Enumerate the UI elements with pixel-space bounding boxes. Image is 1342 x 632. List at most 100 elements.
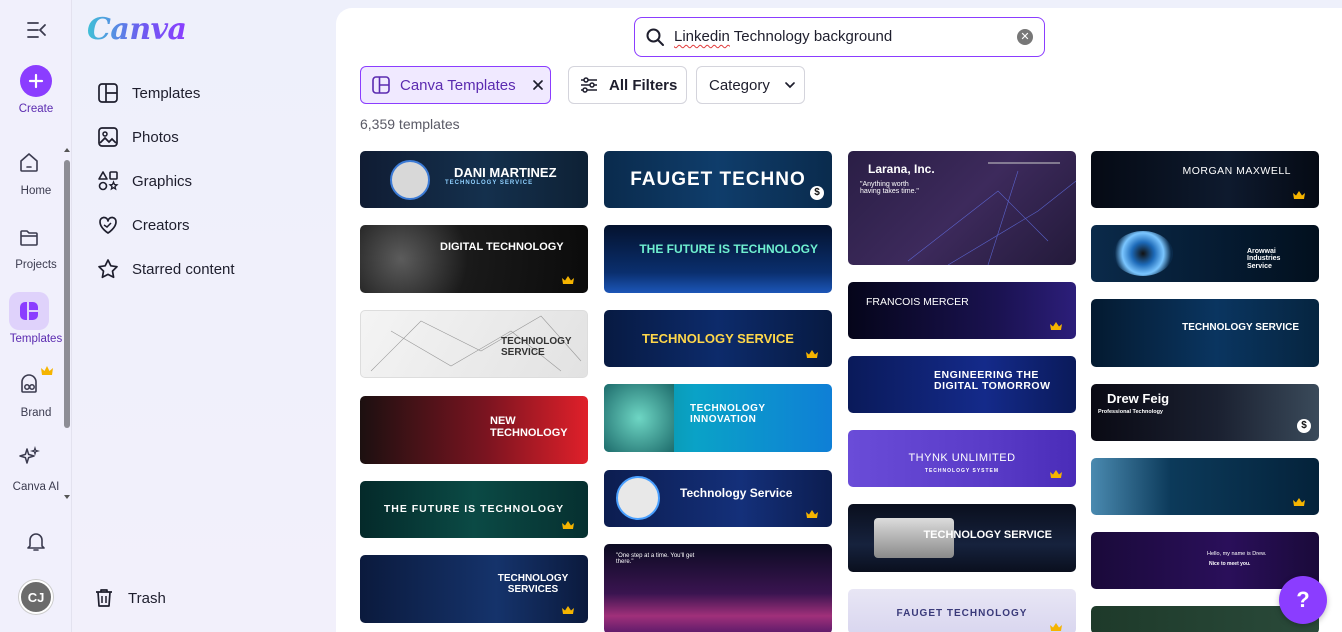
crown-icon	[1050, 322, 1062, 330]
template-card[interactable]: "One step at a time. You'll get there."	[604, 544, 832, 632]
canva-templates-filter-chip[interactable]: Canva Templates	[360, 66, 551, 104]
rail-item-home[interactable]: Home	[0, 185, 72, 197]
rail-scrollbar-thumb[interactable]	[64, 160, 70, 428]
card-title: TECHNOLOGY INNOVATION	[690, 403, 766, 425]
panel-item-creators[interactable]: Creators	[96, 212, 190, 238]
star-icon	[98, 259, 118, 279]
template-card[interactable]: NEW TECHNOLOGY	[360, 396, 588, 464]
scroll-up-arrow-icon[interactable]	[63, 146, 71, 154]
panel-item-photos[interactable]: Photos	[96, 124, 179, 150]
template-card[interactable]: THE FUTURE IS TECHNOLOGY	[360, 481, 588, 538]
rail-item-projects[interactable]: Projects	[0, 259, 72, 271]
search-bar[interactable]: Linkedin Technology background ✕	[634, 17, 1045, 57]
card-title: Drew Feig	[1107, 391, 1170, 406]
all-filters-label: All Filters	[609, 76, 678, 94]
rail-item-canva-ai[interactable]: Canva AI	[0, 481, 72, 493]
panel-item-trash[interactable]: Trash	[92, 585, 166, 611]
clear-search-icon[interactable]: ✕	[1017, 29, 1033, 45]
heart-hands-icon	[99, 216, 117, 234]
portrait-image	[616, 476, 660, 520]
paid-badge-icon: $	[1297, 419, 1311, 433]
crown-icon	[562, 521, 574, 529]
card-title: MORGAN MAXWELL	[1182, 165, 1291, 177]
rail-scrollbar[interactable]	[63, 148, 71, 501]
template-card[interactable]: THYNK UNLIMITED TECHNOLOGY SYSTEM	[848, 430, 1076, 487]
search-input[interactable]: Linkedin Technology background	[674, 28, 892, 45]
card-subtitle: TECHNOLOGY SERVICE	[445, 180, 534, 186]
rail-item-templates[interactable]: Templates	[0, 333, 72, 345]
template-card[interactable]: TECHNOLOGY SERVICES	[360, 555, 588, 623]
template-card[interactable]: TECHNOLOGY SERVICE	[360, 310, 588, 378]
panel-item-templates[interactable]: Templates	[96, 80, 200, 106]
user-avatar[interactable]: CJ	[19, 580, 53, 614]
panel-item-label: Graphics	[132, 172, 193, 190]
card-title: DANI MARTINEZ	[454, 165, 557, 180]
templates-icon[interactable]	[18, 300, 40, 322]
template-card[interactable]: FAUGET TECHNOLOGY	[848, 589, 1076, 632]
folder-icon[interactable]	[18, 226, 40, 248]
template-card[interactable]: TECHNOLOGY SERVICE	[848, 504, 1076, 572]
crown-icon	[806, 350, 818, 358]
sparkle-icon[interactable]	[18, 446, 40, 468]
panel-item-starred[interactable]: Starred content	[96, 256, 235, 282]
crown-icon	[1293, 498, 1305, 506]
crown-icon	[1293, 191, 1305, 199]
panel-item-graphics[interactable]: Graphics	[96, 168, 192, 194]
search-query-rest: Technology background	[729, 28, 893, 45]
filter-sliders-icon	[581, 77, 597, 93]
template-layout-icon	[372, 76, 390, 94]
trash-icon	[96, 589, 112, 607]
card-title: Hello, my name is Drew.	[1207, 551, 1267, 557]
panel-item-label: Starred content	[132, 260, 235, 278]
template-card[interactable]: TECHNOLOGY SERVICE	[604, 310, 832, 367]
card-title: ENGINEERING THE DIGITAL TOMORROW	[934, 369, 1051, 393]
template-card[interactable]	[1091, 458, 1319, 515]
bell-icon[interactable]	[25, 530, 47, 552]
card-title: TECHNOLOGY SERVICE	[1182, 322, 1299, 333]
left-rail: Create Home Projects Templates Brand Can…	[0, 0, 72, 632]
home-icon[interactable]	[18, 151, 40, 173]
brand-icon[interactable]	[18, 374, 40, 396]
create-label: Create	[18, 103, 54, 115]
card-title: FRANCOIS MERCER	[866, 296, 969, 308]
card-title: NEW TECHNOLOGY	[490, 415, 568, 439]
collapse-menu-icon[interactable]	[26, 20, 48, 40]
close-icon[interactable]	[532, 79, 544, 91]
card-title: Technology Service	[680, 486, 793, 500]
card-title: TECHNOLOGY SERVICE	[501, 336, 572, 358]
help-label: ?	[1296, 587, 1310, 612]
crown-icon	[1050, 470, 1062, 478]
card-title: DIGITAL TECHNOLOGY	[440, 241, 564, 253]
template-card[interactable]: ENGINEERING THE DIGITAL TOMORROW	[848, 356, 1076, 413]
rail-item-brand[interactable]: Brand	[0, 407, 72, 419]
crown-icon	[1050, 623, 1062, 631]
template-card[interactable]: Larana, Inc. "Anything worth having take…	[848, 151, 1076, 265]
template-card[interactable]: FAUGET TECHNO $	[604, 151, 832, 208]
template-card[interactable]: THE FUTURE IS TECHNOLOGY	[604, 225, 832, 293]
template-card[interactable]: Drew Feig Professional Technology $	[1091, 384, 1319, 441]
template-card[interactable]: FRANCOIS MERCER	[848, 282, 1076, 339]
crown-icon	[806, 510, 818, 518]
template-card[interactable]: Technology Service	[604, 470, 832, 527]
template-card[interactable]: DANI MARTINEZ TECHNOLOGY SERVICE	[360, 151, 588, 208]
search-icon	[646, 28, 664, 46]
all-filters-button[interactable]: All Filters	[568, 66, 687, 104]
template-card[interactable]: Arowwai Industries Service	[1091, 225, 1319, 282]
scroll-down-arrow-icon[interactable]	[63, 493, 71, 501]
card-subtitle: TECHNOLOGY SYSTEM	[924, 468, 1000, 474]
template-card[interactable]: TECHNOLOGY INNOVATION	[604, 384, 832, 452]
category-dropdown[interactable]: Category	[696, 66, 805, 104]
template-card[interactable]: TECHNOLOGY SERVICE	[1091, 299, 1319, 367]
main-content: Linkedin Technology background ✕ Canva T…	[336, 8, 1342, 632]
card-title: Larana, Inc.	[868, 162, 935, 176]
template-card[interactable]: DIGITAL TECHNOLOGY	[360, 225, 588, 293]
template-card[interactable]: MORGAN MAXWELL	[1091, 151, 1319, 208]
create-button[interactable]	[20, 65, 52, 97]
shapes-icon	[98, 171, 119, 191]
avatar-initials: CJ	[27, 589, 45, 605]
category-label: Category	[709, 76, 770, 94]
canva-logo[interactable]: Canva	[87, 12, 187, 47]
template-card[interactable]: Hello, my name is Drew. Nice to meet you…	[1091, 532, 1319, 589]
crown-icon	[562, 276, 574, 284]
help-button[interactable]: ?	[1279, 576, 1327, 624]
